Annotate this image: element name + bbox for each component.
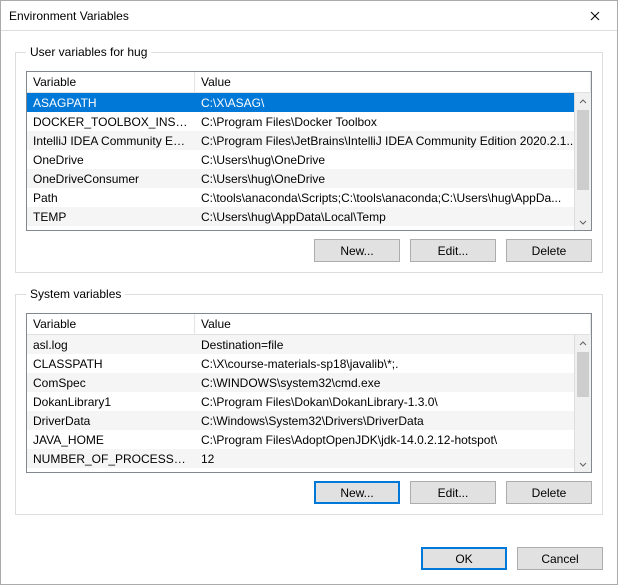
table-row[interactable]: TEMPC:\Users\hug\AppData\Local\Temp <box>27 207 591 226</box>
var-value-cell: C:\Program Files\AdoptOpenJDK\jdk-14.0.2… <box>195 433 591 447</box>
scroll-up-icon[interactable] <box>575 93 591 110</box>
table-row[interactable]: NUMBER_OF_PROCESSORS12 <box>27 449 591 468</box>
var-name-cell: OneDriveConsumer <box>27 172 195 186</box>
scroll-up-icon[interactable] <box>575 335 591 352</box>
table-row[interactable]: JAVA_HOMEC:\Program Files\AdoptOpenJDK\j… <box>27 430 591 449</box>
table-row[interactable]: IntelliJ IDEA Community Edit...C:\Progra… <box>27 131 591 150</box>
system-new-button[interactable]: New... <box>314 481 400 504</box>
column-header-variable[interactable]: Variable <box>27 314 195 334</box>
system-variables-table[interactable]: Variable Value asl.logDestination=fileCL… <box>26 313 592 473</box>
user-button-row: New... Edit... Delete <box>26 239 592 262</box>
var-name-cell: IntelliJ IDEA Community Edit... <box>27 134 195 148</box>
dialog-footer: OK Cancel <box>1 539 617 584</box>
system-variables-group: System variables Variable Value asl.logD… <box>15 287 603 515</box>
user-table-body: ASAGPATHC:\X\ASAG\DOCKER_TOOLBOX_INSTALL… <box>27 93 591 230</box>
scroll-down-icon[interactable] <box>575 455 591 472</box>
scrollbar[interactable] <box>574 93 591 230</box>
scrollbar[interactable] <box>574 335 591 472</box>
var-name-cell: CLASSPATH <box>27 357 195 371</box>
table-header: Variable Value <box>27 314 591 335</box>
table-row[interactable]: CLASSPATHC:\X\course-materials-sp18\java… <box>27 354 591 373</box>
var-name-cell: ComSpec <box>27 376 195 390</box>
dialog-content: User variables for hug Variable Value AS… <box>1 31 617 539</box>
var-name-cell: DriverData <box>27 414 195 428</box>
table-header: Variable Value <box>27 72 591 93</box>
system-delete-button[interactable]: Delete <box>506 481 592 504</box>
table-row[interactable]: PathC:\tools\anaconda\Scripts;C:\tools\a… <box>27 188 591 207</box>
var-name-cell: DokanLibrary1 <box>27 395 195 409</box>
var-value-cell: C:\WINDOWS\system32\cmd.exe <box>195 376 591 390</box>
user-variables-group: User variables for hug Variable Value AS… <box>15 45 603 273</box>
var-value-cell: C:\Users\hug\OneDrive <box>195 153 591 167</box>
var-value-cell: C:\Program Files\JetBrains\IntelliJ IDEA… <box>195 134 591 148</box>
table-row[interactable]: DOCKER_TOOLBOX_INSTALL...C:\Program File… <box>27 112 591 131</box>
table-row[interactable]: DriverDataC:\Windows\System32\Drivers\Dr… <box>27 411 591 430</box>
var-value-cell: C:\X\ASAG\ <box>195 96 591 110</box>
var-name-cell: OneDrive <box>27 153 195 167</box>
system-edit-button[interactable]: Edit... <box>410 481 496 504</box>
var-value-cell: C:\Windows\System32\Drivers\DriverData <box>195 414 591 428</box>
var-name-cell: Path <box>27 191 195 205</box>
system-group-legend: System variables <box>26 287 125 301</box>
var-value-cell: Destination=file <box>195 338 591 352</box>
scroll-down-icon[interactable] <box>575 213 591 230</box>
close-icon <box>590 11 600 21</box>
var-name-cell: asl.log <box>27 338 195 352</box>
var-value-cell: C:\Program Files\Docker Toolbox <box>195 115 591 129</box>
scroll-thumb[interactable] <box>577 110 589 190</box>
var-name-cell: DOCKER_TOOLBOX_INSTALL... <box>27 115 195 129</box>
cancel-button[interactable]: Cancel <box>517 547 603 570</box>
var-value-cell: 12 <box>195 452 591 466</box>
table-row[interactable]: ComSpecC:\WINDOWS\system32\cmd.exe <box>27 373 591 392</box>
var-name-cell: NUMBER_OF_PROCESSORS <box>27 452 195 466</box>
user-new-button[interactable]: New... <box>314 239 400 262</box>
var-name-cell: JAVA_HOME <box>27 433 195 447</box>
table-row[interactable]: asl.logDestination=file <box>27 335 591 354</box>
system-table-body: asl.logDestination=fileCLASSPATHC:\X\cou… <box>27 335 591 472</box>
var-value-cell: C:\Users\hug\OneDrive <box>195 172 591 186</box>
var-name-cell: ASAGPATH <box>27 96 195 110</box>
column-header-variable[interactable]: Variable <box>27 72 195 92</box>
table-row[interactable]: ASAGPATHC:\X\ASAG\ <box>27 93 591 112</box>
close-button[interactable] <box>572 1 617 31</box>
var-name-cell: TEMP <box>27 210 195 224</box>
titlebar: Environment Variables <box>1 1 617 31</box>
user-group-legend: User variables for hug <box>26 45 151 59</box>
ok-button[interactable]: OK <box>421 547 507 570</box>
user-variables-table[interactable]: Variable Value ASAGPATHC:\X\ASAG\DOCKER_… <box>26 71 592 231</box>
scroll-thumb[interactable] <box>577 352 589 397</box>
table-row[interactable]: OneDriveC:\Users\hug\OneDrive <box>27 150 591 169</box>
var-value-cell: C:\tools\anaconda\Scripts;C:\tools\anaco… <box>195 191 591 205</box>
user-edit-button[interactable]: Edit... <box>410 239 496 262</box>
var-value-cell: C:\X\course-materials-sp18\javalib\*;. <box>195 357 591 371</box>
window-title: Environment Variables <box>9 9 129 23</box>
user-delete-button[interactable]: Delete <box>506 239 592 262</box>
system-button-row: New... Edit... Delete <box>26 481 592 504</box>
table-row[interactable]: DokanLibrary1C:\Program Files\Dokan\Doka… <box>27 392 591 411</box>
column-header-value[interactable]: Value <box>195 72 591 92</box>
var-value-cell: C:\Program Files\Dokan\DokanLibrary-1.3.… <box>195 395 591 409</box>
column-header-value[interactable]: Value <box>195 314 591 334</box>
var-value-cell: C:\Users\hug\AppData\Local\Temp <box>195 210 591 224</box>
table-row[interactable]: OneDriveConsumerC:\Users\hug\OneDrive <box>27 169 591 188</box>
